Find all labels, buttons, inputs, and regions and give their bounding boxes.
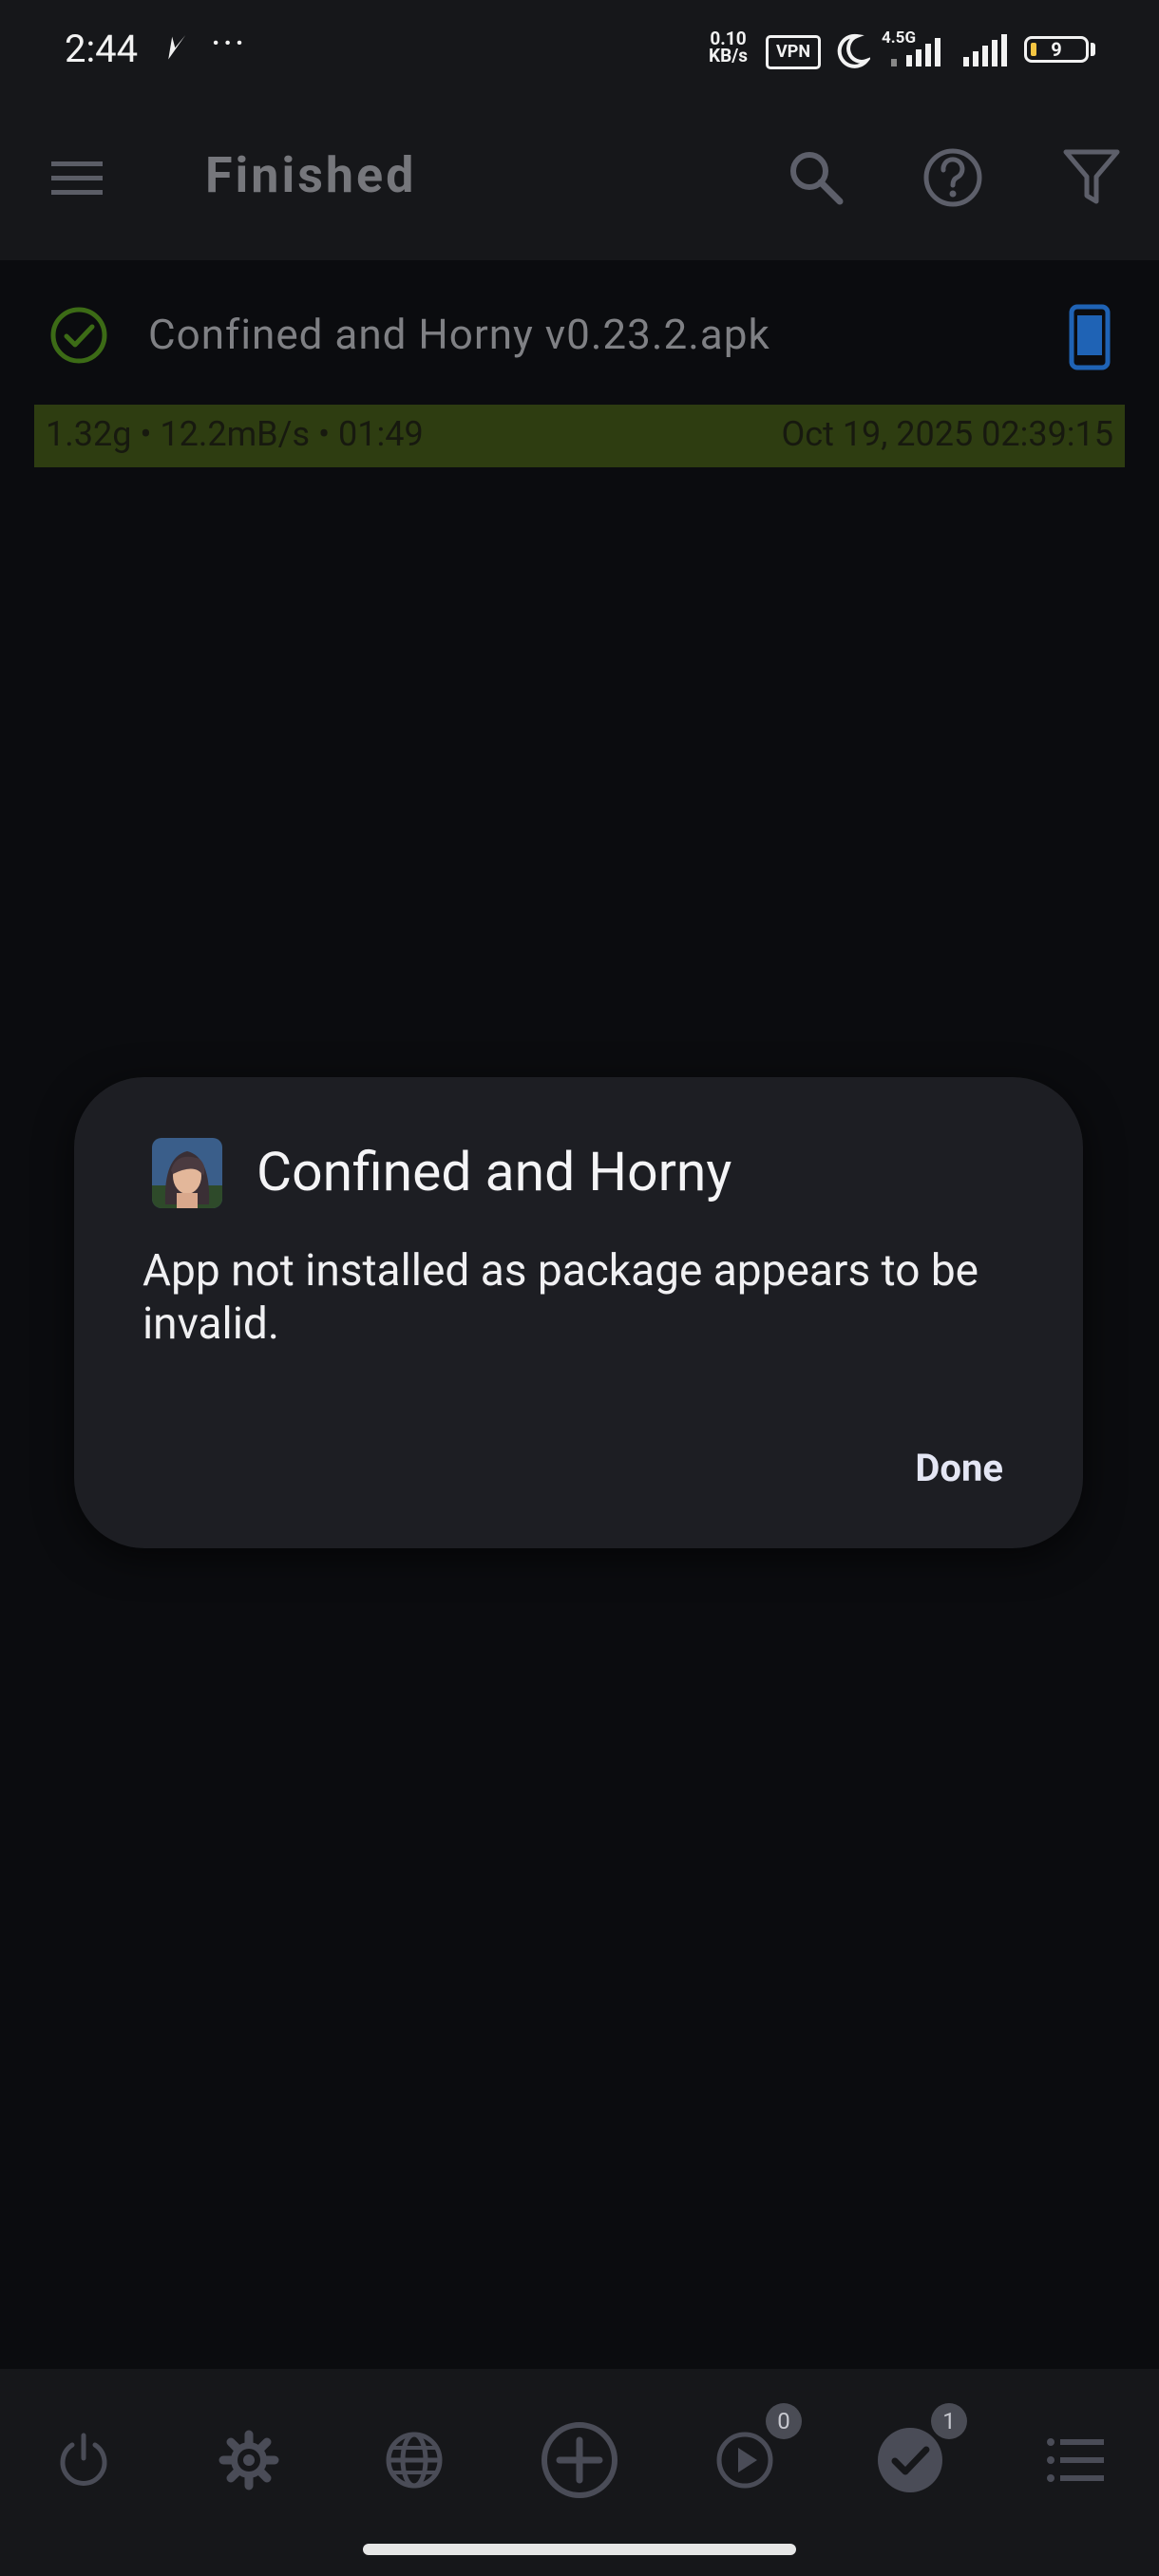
download-date: Oct 19, 2025 02:39:15: [781, 414, 1114, 454]
network-speed: 0.10 KB/s: [709, 29, 749, 66]
app-icon: [152, 1138, 222, 1208]
add-icon[interactable]: [532, 2413, 627, 2508]
download-stats: 1.32g • 12.2mB/s • 01:49: [46, 414, 424, 454]
do-not-disturb-moon-icon: [837, 33, 870, 68]
list-icon[interactable]: [1028, 2413, 1123, 2508]
active-count-badge: 0: [766, 2403, 802, 2439]
download-list-item[interactable]: Confined and Horny v0.23.2.apk 1.32g • 1…: [0, 285, 1159, 475]
battery-level: 9: [1051, 38, 1062, 61]
speed-unit: KB/s: [709, 45, 749, 66]
download-file-name: Confined and Horny v0.23.2.apk: [148, 310, 770, 359]
more-notifications-icon: ···: [211, 21, 247, 66]
navigation-arrow-icon: [168, 34, 186, 60]
signal-icon-2: [963, 34, 1007, 66]
menu-icon[interactable]: [49, 156, 106, 201]
download-progress-bar: 1.32g • 12.2mB/s • 01:49 Oct 19, 2025 02…: [34, 405, 1125, 467]
help-icon[interactable]: [922, 146, 984, 209]
gesture-home-bar[interactable]: [363, 2544, 796, 2555]
completed-check-icon: [50, 307, 107, 364]
install-error-dialog: Confined and Horny App not installed as …: [74, 1077, 1083, 1548]
browser-icon[interactable]: [367, 2413, 462, 2508]
status-bar: 2:44 ··· 0.10 KB/s VPN 4.5G 9: [0, 0, 1159, 103]
page-title: Finished: [205, 146, 417, 204]
vpn-badge: VPN: [766, 35, 821, 69]
finished-count-badge: 1: [931, 2403, 967, 2439]
signal-icon: [891, 38, 940, 66]
phone-device-icon[interactable]: [1068, 304, 1112, 370]
done-button[interactable]: Done: [900, 1436, 1018, 1500]
power-icon[interactable]: [36, 2413, 131, 2508]
filter-icon[interactable]: [1062, 146, 1121, 209]
status-time: 2:44: [65, 27, 139, 71]
app-bar: Finished: [0, 103, 1159, 260]
dialog-title: Confined and Horny: [256, 1140, 732, 1203]
settings-icon[interactable]: [201, 2413, 296, 2508]
battery-icon: 9: [1024, 36, 1089, 63]
search-icon[interactable]: [785, 146, 847, 209]
dialog-message: App not installed as package appears to …: [142, 1245, 979, 1350]
